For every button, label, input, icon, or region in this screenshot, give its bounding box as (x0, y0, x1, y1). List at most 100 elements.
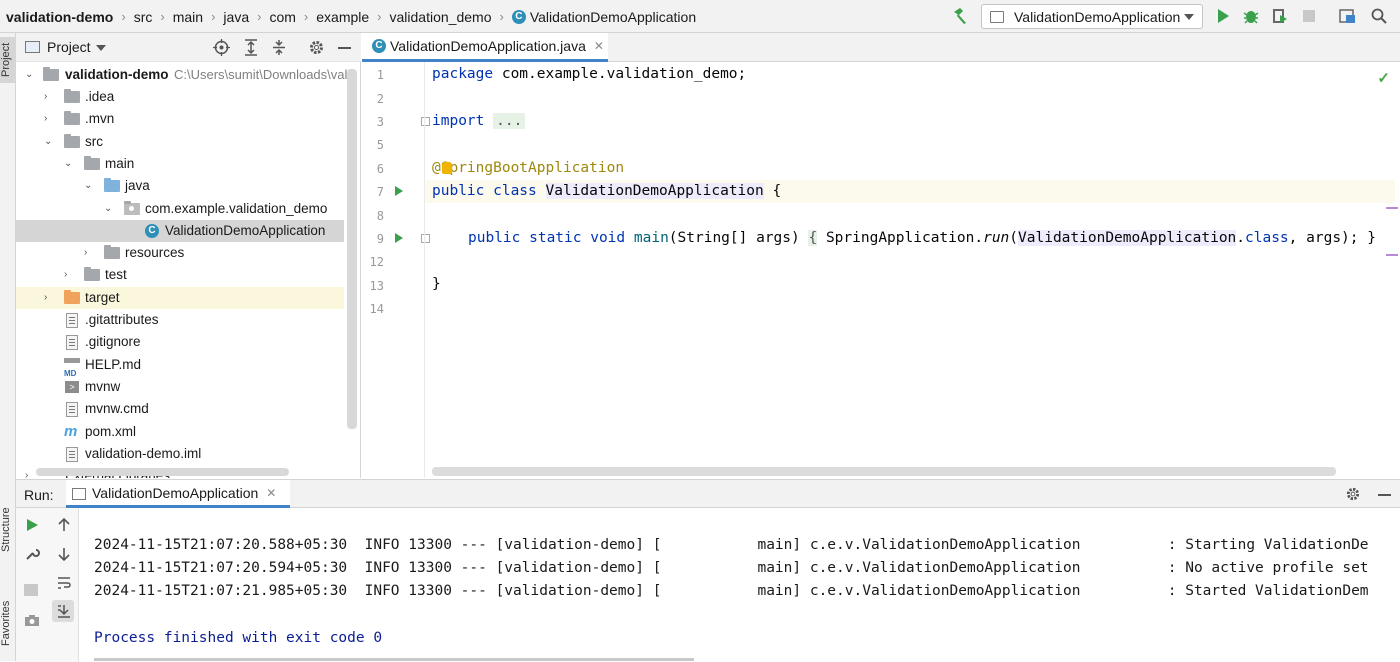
breadcrumb-validation-demo-package[interactable]: validation_demo (390, 9, 492, 25)
horizontal-scrollbar[interactable] (36, 468, 289, 476)
collapse-all-icon[interactable] (271, 39, 287, 56)
tree-label: resources (125, 245, 185, 260)
tree-node-main[interactable]: ⌄ main (16, 153, 361, 175)
breadcrumb-class[interactable]: ValidationDemoApplication (530, 9, 696, 25)
project-tool-window: Project ⌄ validation-demo C:\Users\sumit… (16, 33, 361, 478)
breadcrumb-java[interactable]: java (223, 9, 249, 25)
breadcrumb-separator-icon: › (499, 9, 504, 24)
code-area[interactable]: package com.example.validation_demo; imp… (424, 62, 1400, 478)
gear-icon[interactable] (308, 39, 325, 56)
tree-label: ValidationDemoApplication (165, 223, 326, 238)
soft-wrap-icon[interactable] (56, 575, 72, 591)
console-output[interactable]: 2024-11-15T21:07:20.588+05:30 INFO 13300… (94, 530, 1400, 662)
breadcrumb-separator-icon: › (160, 9, 165, 24)
editor-tab-active[interactable]: C ValidationDemoApplication.java ✕ (362, 33, 608, 62)
chevron-down-icon[interactable]: ⌄ (84, 175, 94, 197)
tree-node-idea[interactable]: › .idea (16, 86, 361, 108)
chevron-down-icon[interactable]: ⌄ (64, 153, 74, 175)
tree-node-pom-xml[interactable]: m pom.xml (16, 421, 361, 443)
tree-node-project-root[interactable]: ⌄ validation-demo C:\Users\sumit\Downloa… (16, 64, 361, 86)
arrow-down-icon[interactable] (56, 546, 72, 562)
breadcrumb-validation-demo[interactable]: validation-demo (6, 9, 113, 25)
tree-label: .mvn (85, 111, 115, 126)
stop-icon[interactable] (24, 584, 38, 596)
code-editor: C ValidationDemoApplication.java ✕ 1 2 3… (362, 33, 1400, 478)
maven-icon: m (64, 423, 78, 440)
chevron-right-icon[interactable]: › (44, 287, 54, 309)
run-tab-active[interactable]: ValidationDemoApplication ✕ (66, 480, 290, 508)
chevron-right-icon[interactable]: › (25, 465, 35, 478)
tree-node-mvnw-cmd[interactable]: mvnw.cmd (16, 398, 361, 420)
run-gutter-icon[interactable] (395, 233, 403, 243)
close-icon[interactable]: ✕ (594, 39, 604, 53)
chevron-down-icon[interactable] (96, 45, 106, 51)
tree-node-iml[interactable]: validation-demo.iml (16, 443, 361, 465)
run-configuration-dropdown[interactable]: ValidationDemoApplication (981, 4, 1203, 29)
tree-label: src (85, 134, 103, 149)
chevron-right-icon[interactable]: › (84, 242, 94, 264)
wrench-icon[interactable] (24, 546, 40, 562)
tree-label: test (105, 267, 127, 282)
tree-label: java (125, 178, 150, 193)
folder-icon (43, 67, 59, 81)
intention-bulb-icon[interactable] (442, 162, 452, 174)
breadcrumb-com[interactable]: com (269, 9, 295, 25)
structure-tool-tab[interactable]: Structure (0, 501, 16, 559)
stop-icon[interactable] (1300, 7, 1318, 25)
hide-panel-icon[interactable] (338, 47, 351, 49)
folded-imports[interactable]: ... (493, 113, 526, 129)
camera-icon[interactable] (24, 612, 40, 628)
chevron-down-icon[interactable]: ⌄ (104, 198, 114, 220)
tree-node-package[interactable]: ⌄ com.example.validation_demo (16, 198, 361, 220)
close-icon[interactable]: ✕ (266, 486, 276, 500)
expand-all-icon[interactable] (243, 39, 259, 56)
chevron-right-icon[interactable]: › (44, 86, 54, 108)
run-icon[interactable] (1214, 7, 1232, 25)
run-with-coverage-icon[interactable] (1271, 7, 1289, 25)
build-hammer-icon[interactable] (950, 6, 970, 26)
tree-node-class-selected[interactable]: C ValidationDemoApplication (16, 220, 344, 242)
tree-node-gitignore[interactable]: .gitignore (16, 331, 361, 353)
favorites-tool-tab[interactable]: Favorites (0, 593, 16, 653)
tree-node-mvnw[interactable]: > mvnw (16, 376, 361, 398)
hide-panel-icon[interactable] (1378, 494, 1391, 496)
breadcrumb-example[interactable]: example (316, 9, 369, 25)
tree-node-test[interactable]: › test (16, 264, 361, 286)
chevron-right-icon[interactable]: › (64, 264, 74, 286)
search-icon[interactable] (1370, 7, 1388, 25)
tree-node-java[interactable]: ⌄ java (16, 175, 361, 197)
tree-node-mvn[interactable]: › .mvn (16, 108, 361, 130)
debug-bug-icon[interactable] (1242, 7, 1260, 25)
breadcrumb-main[interactable]: main (173, 9, 203, 25)
line-number: 8 (376, 209, 384, 223)
arrow-up-icon[interactable] (56, 517, 72, 533)
error-stripe-marker[interactable] (1386, 207, 1398, 209)
left-tool-window-stripe: Project Structure Favorites (0, 33, 16, 661)
project-panel-title[interactable]: Project (47, 39, 91, 55)
code-line-6: @ SpringBootApplication (432, 157, 624, 180)
run-gutter-icon[interactable] (395, 186, 403, 196)
tree-node-target[interactable]: › target (16, 287, 344, 309)
tree-node-gitattributes[interactable]: .gitattributes (16, 309, 361, 331)
project-structure-icon[interactable] (1338, 7, 1356, 25)
breadcrumb-src[interactable]: src (134, 9, 153, 25)
project-tool-tab[interactable]: Project (0, 37, 16, 83)
run-tool-window: Run: ValidationDemoApplication ✕ 2024-11… (16, 479, 1400, 662)
file-icon (66, 402, 78, 417)
tree-node-help-md[interactable]: MD HELP.md (16, 354, 361, 376)
gear-icon[interactable] (1345, 486, 1361, 502)
tree-node-resources[interactable]: › resources (16, 242, 361, 264)
vertical-scrollbar[interactable] (347, 69, 357, 429)
error-stripe-marker[interactable] (1386, 254, 1398, 256)
folded-body-brace[interactable]: { (808, 230, 818, 246)
chevron-right-icon[interactable]: › (44, 108, 54, 130)
rerun-icon[interactable] (24, 517, 40, 533)
chevron-down-icon[interactable]: ⌄ (25, 64, 35, 86)
tree-node-src[interactable]: ⌄ src (16, 131, 361, 153)
locate-file-icon[interactable] (213, 39, 230, 56)
inspection-ok-checkmark-icon[interactable]: ✓ (1377, 69, 1390, 87)
tree-label: com.example.validation_demo (145, 201, 328, 216)
horizontal-scrollbar[interactable] (432, 467, 1336, 476)
chevron-down-icon[interactable]: ⌄ (44, 131, 54, 153)
project-view-icon (25, 41, 40, 53)
